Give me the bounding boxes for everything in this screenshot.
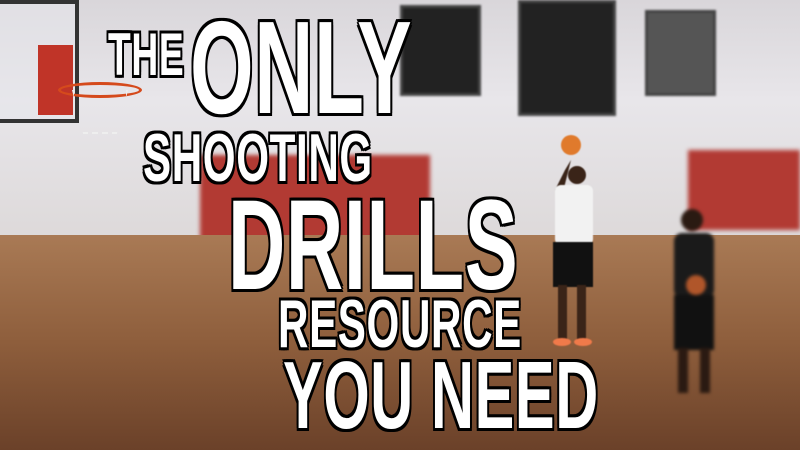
headline-only: ONLY xyxy=(190,0,413,141)
headline-the: THE xyxy=(108,21,185,88)
backboard-pad xyxy=(38,45,73,115)
wall-frame xyxy=(645,10,716,96)
shooter-player xyxy=(553,135,593,346)
background-player xyxy=(674,209,714,393)
wall-frame xyxy=(518,0,616,116)
headline-you-need: YOU NEED xyxy=(283,342,599,449)
